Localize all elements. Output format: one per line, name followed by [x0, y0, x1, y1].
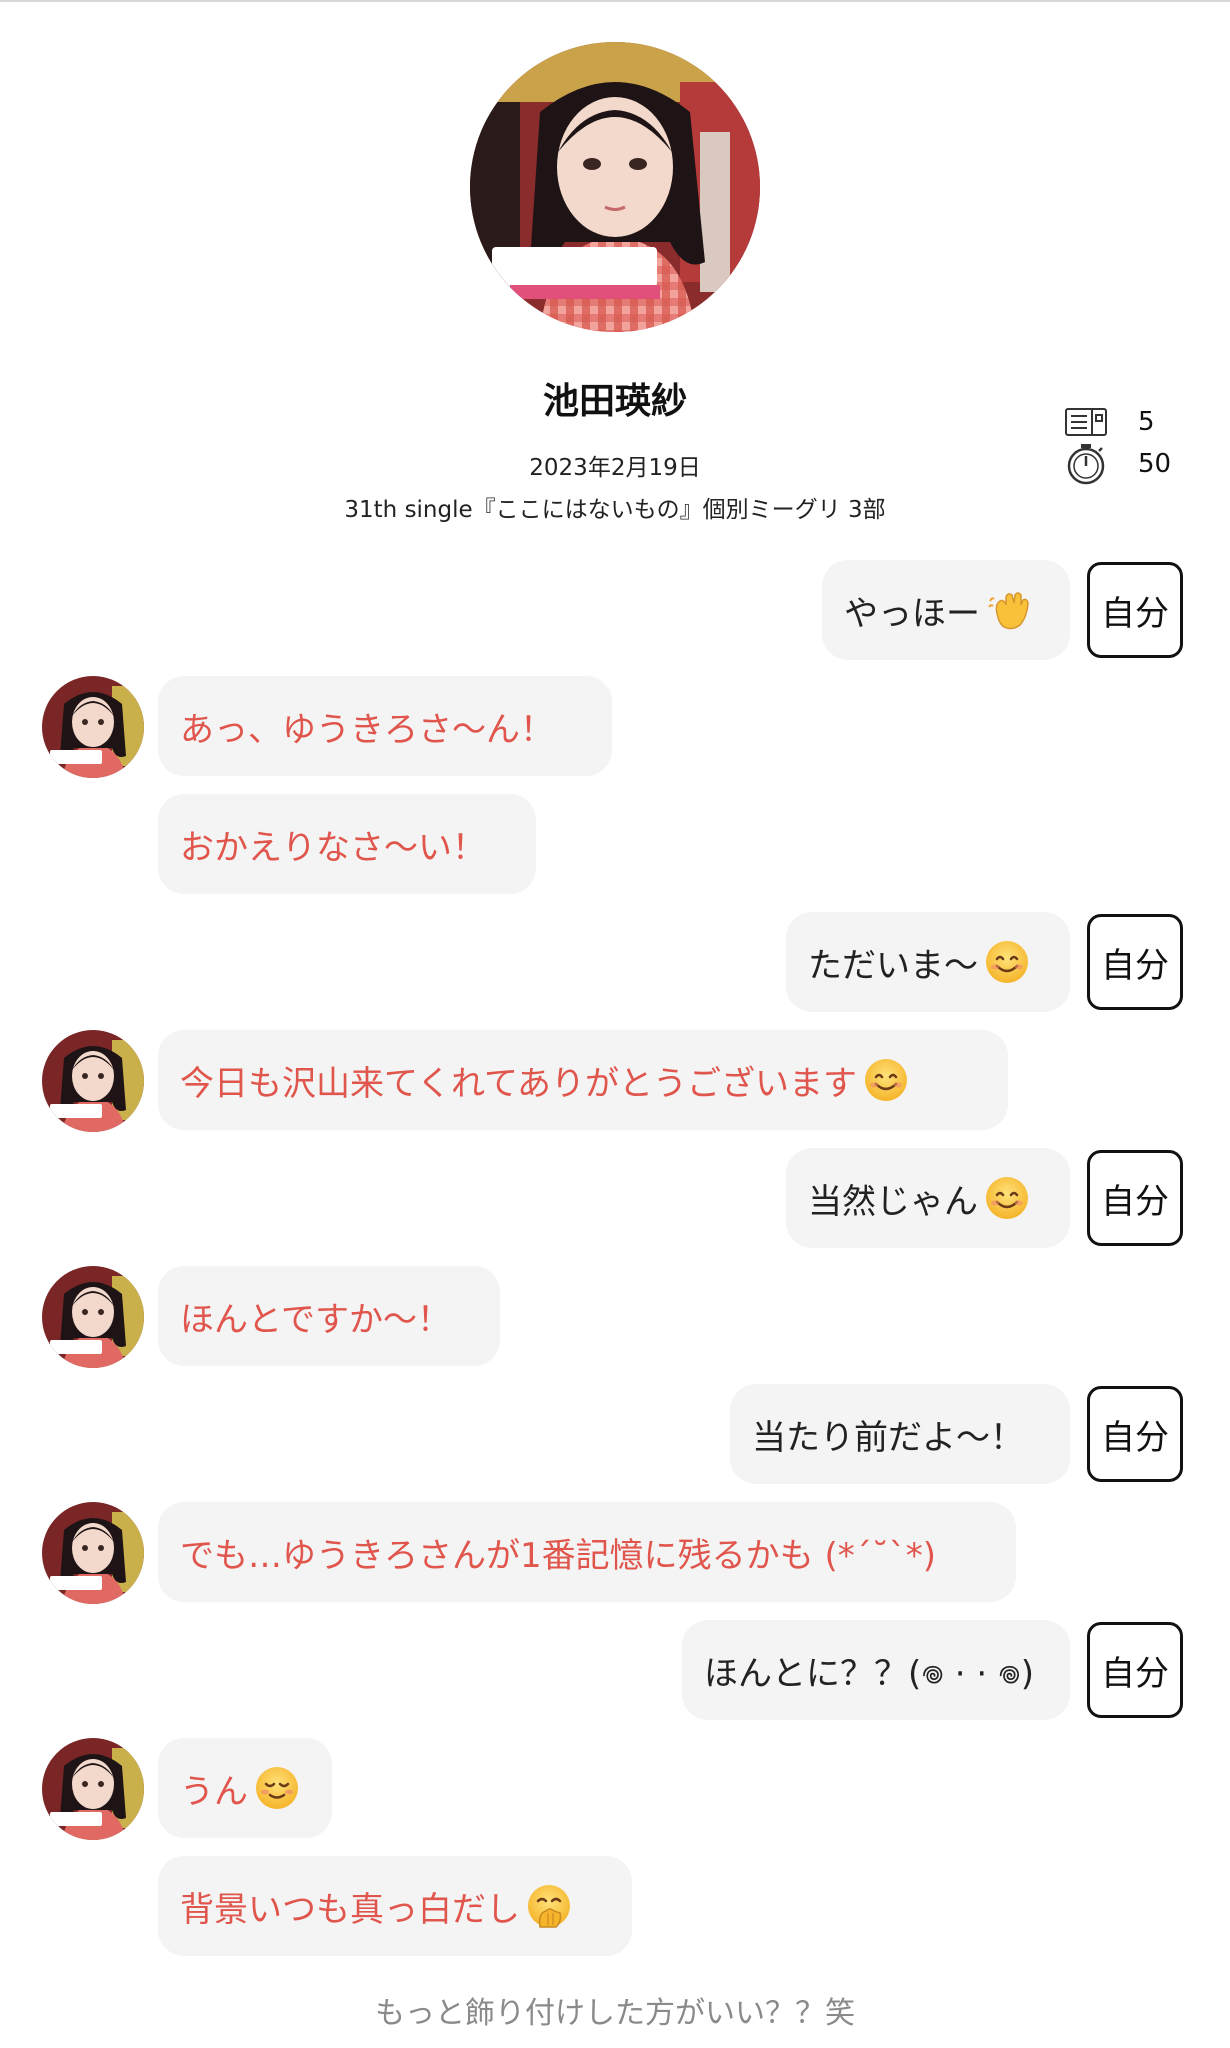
message-bubble-me: やっほー [822, 560, 1070, 660]
message-text: おかえりなさ〜い！ [180, 827, 486, 868]
sender-avatar[interactable] [42, 1266, 144, 1368]
message-text: 当然じゃん [808, 1181, 978, 1222]
message-bubble-me: 当たり前だよ〜！ [730, 1384, 1070, 1484]
message-bubble-them: 今日も沢山来てくれてありがとうございます [158, 1030, 1008, 1130]
message-bubble-them: うん [158, 1738, 332, 1838]
sender-avatar[interactable] [42, 1738, 144, 1840]
sender-avatar[interactable] [42, 676, 144, 778]
waving-hand-icon [986, 587, 1032, 633]
hand-over-mouth-icon [526, 1883, 572, 1929]
self-label: 自分 [1087, 562, 1183, 658]
meet-date: 2023年2月19日 [529, 455, 701, 481]
profile-avatar[interactable] [470, 42, 760, 332]
ticket-count: 5 [1062, 400, 1155, 444]
message-text: 背景いつも真っ白だし [180, 1889, 520, 1930]
message-text: ほんとですか〜！ [180, 1299, 451, 1340]
message-text: 今日も沢山来てくれてありがとうございます [180, 1063, 857, 1104]
profile-name: 池田瑛紗 [542, 381, 687, 422]
relieved-face-icon [254, 1765, 300, 1811]
message-text: ほんとに？？(𖦹 · · 𖦹) [704, 1653, 1034, 1694]
message-bubble-me: ほんとに？？(𖦹 · · 𖦹) [682, 1620, 1070, 1720]
ticket-icon [1062, 400, 1110, 444]
message-bubble-them: あっ、ゆうきろさ〜ん！ [158, 676, 612, 776]
self-label: 自分 [1087, 1150, 1183, 1246]
message-bubble-them: ほんとですか〜！ [158, 1266, 500, 1366]
message-text: あっ、ゆうきろさ〜ん！ [180, 709, 554, 750]
sender-avatar[interactable] [42, 1030, 144, 1132]
message-text: うん [180, 1771, 248, 1812]
message-bubble-me: ただいま〜 [786, 912, 1070, 1012]
message-bubble-me: 当然じゃん [786, 1148, 1070, 1248]
self-label: 自分 [1087, 914, 1183, 1010]
message-bubble-them: でも…ゆうきろさんが1番記憶に残るかも (*´˘`*) [158, 1502, 1016, 1602]
message-text: でも…ゆうきろさんが1番記憶に残るかも (*´˘`*) [180, 1535, 936, 1576]
message-bubble-them: おかえりなさ〜い！ [158, 794, 536, 894]
sender-avatar[interactable] [42, 1502, 144, 1604]
message-text: 当たり前だよ〜！ [752, 1417, 1024, 1458]
message-text: やっほー [844, 593, 980, 634]
meet-event: 31th single『ここにはないもの』個別ミーグリ 3部 [344, 497, 886, 523]
smiling-face-icon [984, 939, 1030, 985]
self-label: 自分 [1087, 1622, 1183, 1718]
message-bubble-them: 背景いつも真っ白だし [158, 1856, 632, 1956]
smiling-face-icon [984, 1175, 1030, 1221]
ticket-count-value: 5 [1138, 407, 1155, 437]
footer-note: もっと飾り付けした方がいい？？笑 [375, 1996, 855, 2031]
message-text: ただいま〜 [808, 945, 978, 986]
smiling-face-icon [863, 1057, 909, 1103]
top-divider [0, 0, 1230, 2]
self-label: 自分 [1087, 1386, 1183, 1482]
